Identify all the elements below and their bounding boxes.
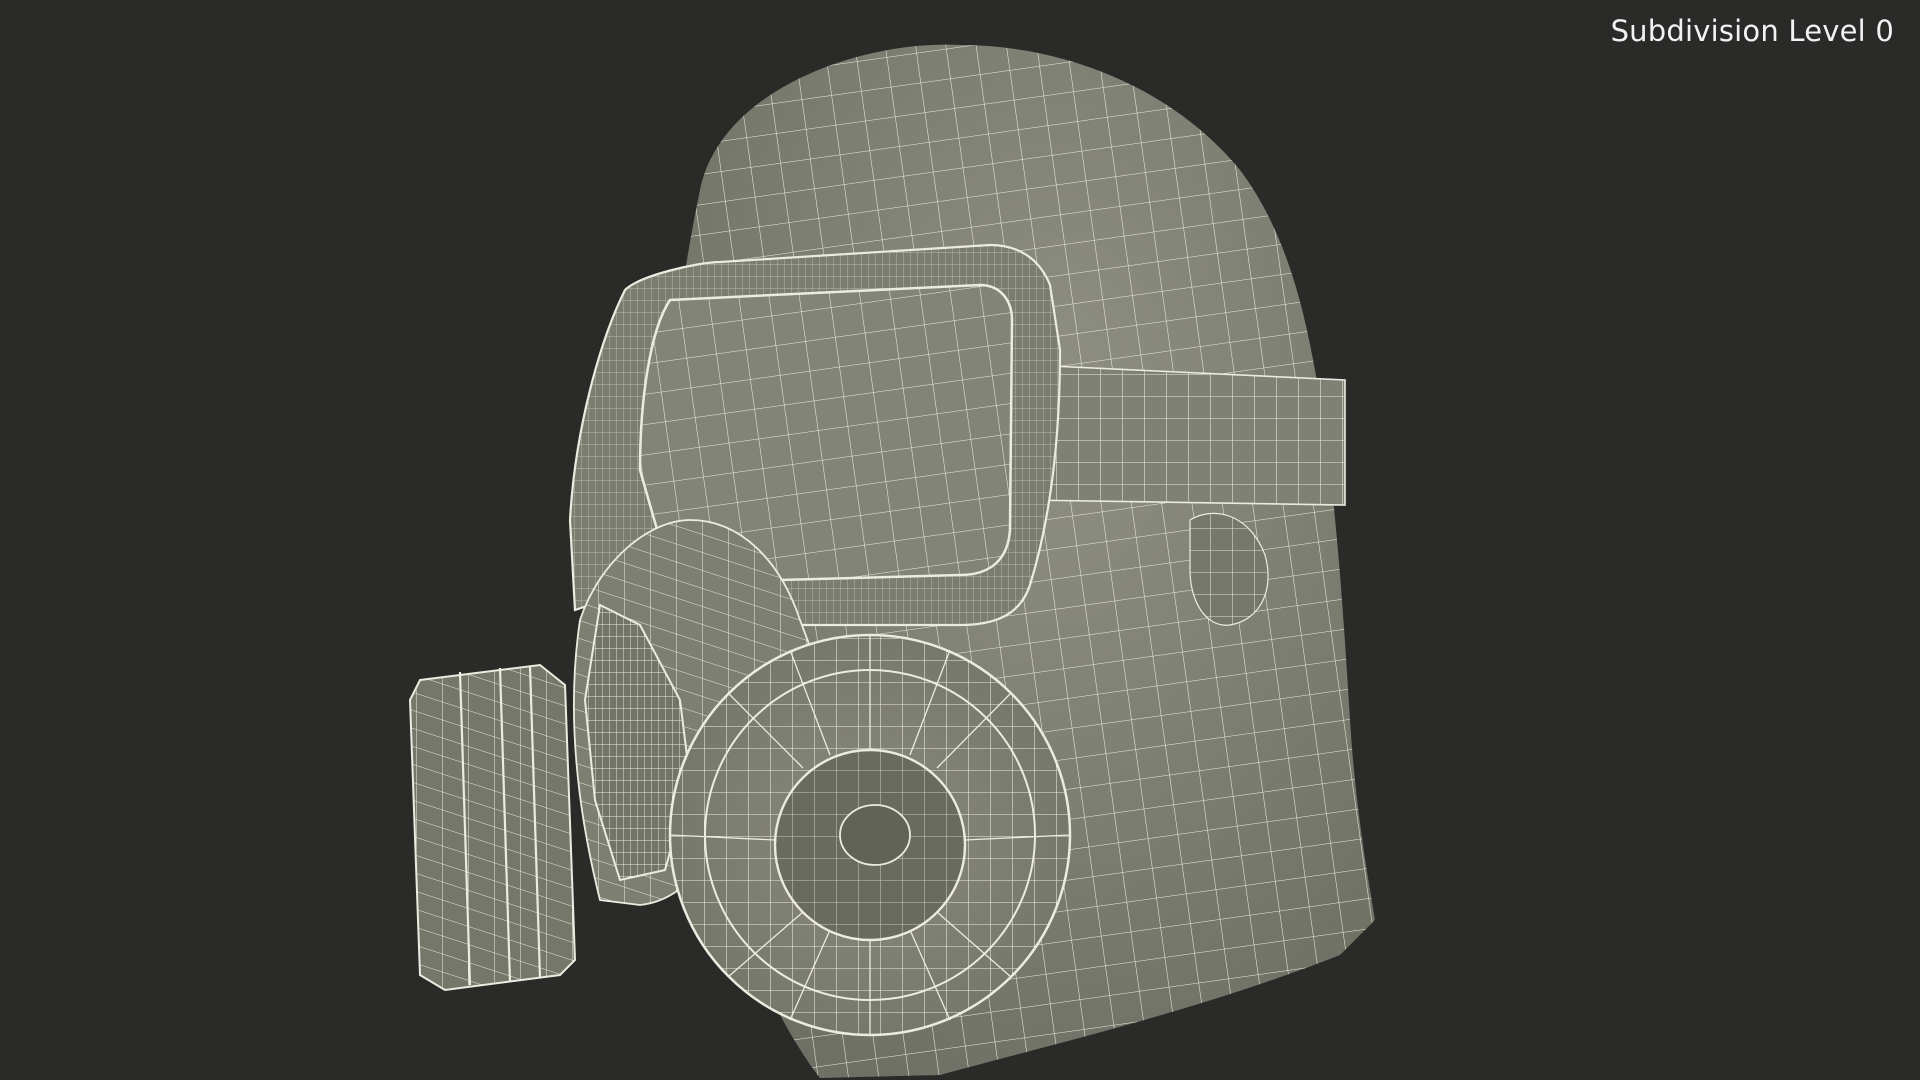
3d-viewport[interactable]: Subdivision Level 0 (0, 0, 1920, 1080)
left-filter-cartridge-mesh (408, 663, 577, 992)
goggle-strap-mesh (1024, 364, 1346, 506)
subdivision-level-label: Subdivision Level 0 (1610, 14, 1894, 48)
right-filter-cartridge-mesh (668, 633, 1072, 1037)
wireframe-model-render (408, 44, 1375, 1078)
